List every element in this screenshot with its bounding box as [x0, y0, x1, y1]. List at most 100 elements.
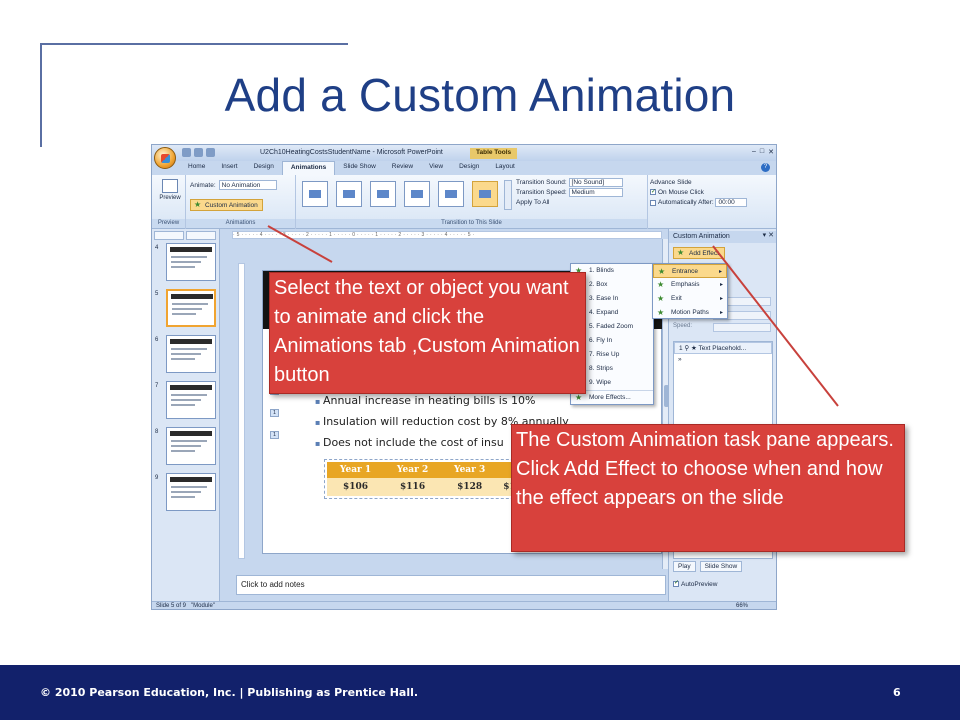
expand-contents-icon[interactable]: »: [674, 354, 772, 366]
auto-after-label: Automatically After:: [658, 199, 714, 207]
slide-thumbnail[interactable]: [166, 427, 216, 465]
tab-insert[interactable]: Insert: [213, 161, 245, 175]
transition-gallery-scroll[interactable]: [504, 180, 512, 210]
slide-show-button[interactable]: Slide Show: [699, 561, 743, 572]
thumbnail-text-line: [171, 256, 207, 258]
thumbnail-text-line: [172, 313, 196, 315]
autopreview-option[interactable]: AutoPreview: [673, 579, 718, 588]
add-effect-submenu: Entrance ▸ Emphasis ▸ Exit ▸ Motion Paths ▸: [652, 263, 728, 320]
slide-thumbnail[interactable]: [166, 473, 216, 511]
tab-layout[interactable]: Layout: [487, 161, 523, 175]
slides-pane-tabs: [154, 231, 216, 240]
chevron-right-icon: ▸: [719, 282, 723, 288]
thumbnail-text-line: [171, 440, 207, 442]
preview-icon: [162, 179, 178, 193]
table-header-cell: Year 3: [441, 462, 499, 478]
apply-to-all-button[interactable]: Apply To All: [516, 198, 623, 208]
tab-view[interactable]: View: [421, 161, 451, 175]
thumbnail-number: 4: [155, 245, 159, 251]
transition-thumb[interactable]: [438, 181, 464, 207]
preview-button[interactable]: Preview: [158, 179, 182, 201]
task-pane-title: Custom Animation: [669, 231, 776, 243]
maximize-icon[interactable]: □: [760, 148, 764, 156]
vertical-ruler: [238, 263, 245, 559]
slide-thumbnail[interactable]: [166, 289, 216, 327]
tab-design[interactable]: Design: [246, 161, 282, 175]
transition-thumb[interactable]: [336, 181, 362, 207]
tab-review[interactable]: Review: [384, 161, 421, 175]
checkbox-checked-icon: [650, 187, 656, 197]
slide-thumbnail[interactable]: [166, 243, 216, 281]
table-header-cell: Year 2: [384, 462, 442, 478]
add-effect-button[interactable]: Add Effect: [673, 247, 725, 259]
animate-row: Animate: No Animation: [190, 180, 277, 190]
animation-tag[interactable]: 1: [270, 409, 279, 417]
table-cell: $128: [441, 478, 499, 496]
slide-title: Add a Custom Animation: [224, 69, 736, 121]
thumbnail-text-line: [171, 399, 201, 401]
callout-task-pane: The Custom Animation task pane appears. …: [511, 424, 905, 552]
tab-table-design[interactable]: Design: [451, 161, 487, 175]
checkbox-checked-icon: [673, 579, 679, 588]
years-table[interactable]: Year 1 Year 2 Year 3 $106 $116 $128 $1: [324, 459, 524, 499]
submenu-item-emphasis[interactable]: Emphasis ▸: [653, 278, 727, 292]
status-zoom[interactable]: 66%: [736, 602, 748, 609]
transition-sound-label: Transition Sound:: [516, 179, 567, 187]
group-transition: Transition Sound: [No Sound] Transition …: [296, 175, 648, 229]
slide-thumbnail[interactable]: [166, 381, 216, 419]
transition-thumb[interactable]: [302, 181, 328, 207]
transition-thumb-selected[interactable]: [472, 181, 498, 207]
animation-tag[interactable]: 1: [270, 431, 279, 439]
animation-list-item[interactable]: 1 ⚲ ★ Text Placehold...: [674, 342, 772, 354]
status-slide-info: Slide 5 of 9 "Module": [156, 602, 215, 609]
help-icon[interactable]: ?: [761, 163, 770, 172]
task-pane-close-icon[interactable]: ▾ ✕: [763, 231, 774, 239]
tab-home[interactable]: Home: [180, 161, 213, 175]
notes-pane[interactable]: Click to add notes: [236, 575, 666, 595]
submenu-item-motion-paths[interactable]: Motion Paths ▸: [653, 306, 727, 320]
slides-pane: 4 5 6 7 8 9: [152, 229, 220, 601]
minimize-icon[interactable]: –: [752, 148, 756, 156]
ribbon-tabs: Home Insert Design Animations Slide Show…: [180, 161, 523, 175]
office-button[interactable]: [154, 147, 176, 169]
close-icon[interactable]: ✕: [768, 148, 774, 156]
auto-after-option[interactable]: Automatically After: 00:00: [650, 198, 748, 208]
thumbnail-number: 6: [155, 337, 159, 343]
on-mouse-click-option[interactable]: On Mouse Click: [650, 187, 747, 198]
custom-animation-button[interactable]: Custom Animation: [190, 199, 263, 211]
transition-speed-label: Transition Speed:: [516, 189, 567, 197]
animate-dropdown[interactable]: No Animation: [218, 180, 277, 190]
play-button[interactable]: Play: [673, 561, 696, 572]
undo-icon[interactable]: [194, 148, 203, 157]
transition-thumb[interactable]: [370, 181, 396, 207]
auto-after-input[interactable]: 00:00: [715, 198, 748, 207]
quick-access-toolbar: [182, 148, 215, 157]
task-pane-play-controls: Play Slide Show: [673, 561, 743, 572]
ribbon: Preview Preview Animate: No Animation Cu…: [152, 175, 776, 229]
tab-animations[interactable]: Animations: [281, 161, 336, 175]
tab-slide-show[interactable]: Slide Show: [335, 161, 384, 175]
autopreview-label: AutoPreview: [681, 581, 718, 588]
transition-speed-dropdown[interactable]: Medium: [568, 188, 623, 198]
thumbnail-text-line: [171, 358, 195, 360]
submenu-item-exit[interactable]: Exit ▸: [653, 292, 727, 306]
speed-dropdown[interactable]: [713, 323, 771, 332]
save-icon[interactable]: [182, 148, 191, 157]
thumbnail-number: 8: [155, 429, 159, 435]
submenu-item-entrance[interactable]: Entrance ▸: [653, 264, 727, 279]
submenu-item-label: Motion Paths: [671, 309, 709, 316]
checkbox-icon: [650, 199, 656, 206]
slide-thumbnail[interactable]: [166, 335, 216, 373]
copyright-footer: © 2010 Pearson Education, Inc. | Publish…: [40, 686, 419, 699]
transition-thumb[interactable]: [404, 181, 430, 207]
table-cell: $116: [384, 478, 442, 496]
status-slide-number: Slide 5 of 9: [156, 603, 187, 609]
submenu-item-label: Emphasis: [671, 281, 700, 288]
transition-sound-dropdown[interactable]: [No Sound]: [568, 178, 623, 187]
thumbnail-text-line: [171, 491, 201, 493]
bullet-item[interactable]: Annual increase in heating bills is 10%: [315, 391, 569, 412]
thumbnail-title-bar: [170, 339, 212, 344]
slides-tab[interactable]: [154, 231, 184, 240]
redo-icon[interactable]: [206, 148, 215, 157]
outline-tab[interactable]: [186, 231, 216, 240]
